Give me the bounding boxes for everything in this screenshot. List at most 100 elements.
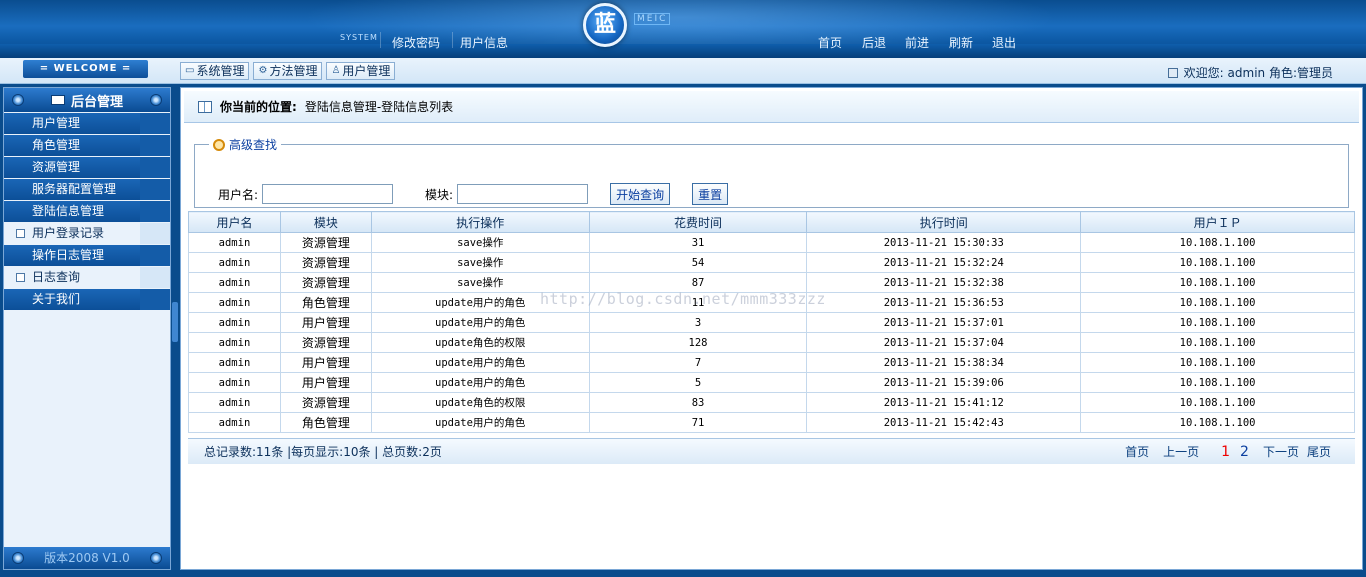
table-cell: 2013-11-21 15:38:34 bbox=[806, 352, 1082, 373]
sidebar-collapse-handle[interactable] bbox=[172, 302, 178, 342]
table-cell: 2013-11-21 15:36:53 bbox=[806, 292, 1082, 313]
magnifier-icon bbox=[213, 138, 225, 151]
table-row: admin 资源管理 update角色的权限 128 2013-11-21 15:37:… bbox=[188, 332, 1355, 353]
table-cell: 11 bbox=[588, 292, 808, 313]
table-cell: update角色的权限 bbox=[370, 332, 590, 353]
sidebar-item-log-query[interactable]: 日志查询 bbox=[4, 267, 170, 288]
sidebar-item-server-config[interactable]: 服务器配置管理 bbox=[4, 179, 170, 200]
user-info-link[interactable]: 用户信息 bbox=[460, 34, 508, 51]
pagination-info: 总记录数:11条 |每页显示:10条 | 总页数:2页 bbox=[204, 445, 442, 459]
table-cell: 10.108.1.100 bbox=[1080, 232, 1355, 253]
header-divider bbox=[452, 32, 453, 48]
breadcrumb: 你当前的位置: 登陆信息管理-登陆信息列表 bbox=[184, 91, 1359, 123]
sidebar-item-operation-log[interactable]: 操作日志管理 bbox=[4, 245, 170, 266]
table-cell: 角色管理 bbox=[279, 412, 372, 433]
advanced-search-panel: 高级查找 用户名: 模块: 开始查询 重置 bbox=[194, 136, 1349, 208]
reset-button[interactable]: 重置 bbox=[692, 183, 729, 205]
tab-method-management[interactable]: ⚙ 方法管理 bbox=[253, 62, 323, 80]
table-body: admin 资源管理 save操作 31 2013-11-21 15:30:33 10.1… bbox=[188, 232, 1355, 433]
system-tag: SYSTEM bbox=[340, 33, 378, 42]
column-header: 执行时间 bbox=[806, 211, 1082, 233]
square-bullet-icon bbox=[16, 229, 25, 238]
page-number-1[interactable]: 1 bbox=[1221, 444, 1230, 460]
back-link[interactable]: 后退 bbox=[862, 34, 886, 51]
advanced-search-legend: 高级查找 bbox=[209, 136, 281, 153]
sidebar-item-login-records[interactable]: 用户登录记录 bbox=[4, 223, 170, 244]
table-cell: save操作 bbox=[370, 252, 590, 273]
forward-link[interactable]: 前进 bbox=[905, 34, 929, 51]
table-row: admin 用户管理 update用户的角色 3 2013-11-21 15:37:01… bbox=[188, 312, 1355, 333]
table-cell: 128 bbox=[588, 332, 808, 353]
welcome-text: 欢迎您: admin 角色:管理员 bbox=[1183, 66, 1333, 80]
table-cell: admin bbox=[188, 352, 281, 373]
table-cell: 10.108.1.100 bbox=[1080, 252, 1355, 273]
location-path: 登陆信息管理-登陆信息列表 bbox=[304, 100, 454, 114]
module-label: 模块: bbox=[425, 187, 454, 202]
table-cell: 10.108.1.100 bbox=[1080, 372, 1355, 393]
tab-label: 用户管理 bbox=[342, 64, 391, 78]
table-cell: 用户管理 bbox=[279, 312, 372, 333]
table-cell: update用户的角色 bbox=[370, 412, 590, 433]
table-cell: 83 bbox=[588, 392, 808, 413]
next-page-link[interactable]: 下一页 bbox=[1263, 443, 1299, 460]
tab-user-management[interactable]: ♙ 用户管理 bbox=[326, 62, 396, 80]
logo-icon: 蓝 bbox=[583, 3, 627, 47]
table-cell: 10.108.1.100 bbox=[1080, 412, 1355, 433]
sidebar-item-user-management[interactable]: 用户管理 bbox=[4, 113, 170, 134]
flag-icon bbox=[50, 95, 65, 105]
table-cell: 2013-11-21 15:41:12 bbox=[806, 392, 1082, 413]
table-cell: admin bbox=[188, 232, 281, 253]
sidebar-item-resource-management[interactable]: 资源管理 bbox=[4, 157, 170, 178]
table-cell: admin bbox=[188, 332, 281, 353]
last-page-link[interactable]: 尾页 bbox=[1307, 443, 1331, 460]
login-records-table: 用户名 模块 执行操作 花费时间 执行时间 用户ＩＰ admin 资源管理 save操作 31 2… bbox=[188, 211, 1355, 433]
table-cell: 2013-11-21 15:30:33 bbox=[806, 232, 1082, 253]
table-cell: update用户的角色 bbox=[370, 312, 590, 333]
table-cell: admin bbox=[188, 412, 281, 433]
page-number-2[interactable]: 2 bbox=[1240, 444, 1249, 460]
home-link[interactable]: 首页 bbox=[818, 34, 842, 51]
column-header: 用户ＩＰ bbox=[1080, 211, 1355, 233]
table-cell: 资源管理 bbox=[279, 392, 372, 413]
user-icon: ♙ bbox=[331, 65, 341, 76]
tab-label: 系统管理 bbox=[196, 64, 245, 78]
monitor-icon: ▭ bbox=[185, 65, 195, 76]
table-cell: admin bbox=[188, 252, 281, 273]
search-button[interactable]: 开始查询 bbox=[610, 183, 671, 205]
table-cell: 2013-11-21 15:39:06 bbox=[806, 372, 1082, 393]
table-cell: 2013-11-21 15:32:38 bbox=[806, 272, 1082, 293]
book-icon bbox=[198, 100, 212, 113]
table-cell: 10.108.1.100 bbox=[1080, 332, 1355, 353]
module-input[interactable] bbox=[457, 184, 589, 204]
table-cell: 10.108.1.100 bbox=[1080, 272, 1355, 293]
table-cell: 54 bbox=[588, 252, 808, 273]
table-cell: admin bbox=[188, 272, 281, 293]
refresh-link[interactable]: 刷新 bbox=[949, 34, 973, 51]
table-cell: 10.108.1.100 bbox=[1080, 392, 1355, 413]
logout-link[interactable]: 退出 bbox=[992, 34, 1016, 51]
table-row: admin 资源管理 save操作 31 2013-11-21 15:30:33 10.1… bbox=[188, 232, 1355, 253]
sidebar-item-about[interactable]: 关于我们 bbox=[4, 289, 170, 310]
square-bullet-icon bbox=[16, 273, 25, 282]
table-row: admin 角色管理 update用户的角色 71 2013-11-21 15:42:4… bbox=[188, 412, 1355, 433]
prev-page-link[interactable]: 上一页 bbox=[1163, 443, 1199, 460]
tab-system-management[interactable]: ▭ 系统管理 bbox=[180, 62, 250, 80]
column-header: 用户名 bbox=[188, 211, 281, 233]
table-row: admin 资源管理 save操作 54 2013-11-21 15:32:24 10.1… bbox=[188, 252, 1355, 273]
table-cell: 角色管理 bbox=[279, 292, 372, 313]
first-page-link[interactable]: 首页 bbox=[1125, 443, 1149, 460]
header-divider bbox=[380, 32, 381, 48]
change-password-link[interactable]: 修改密码 bbox=[392, 34, 440, 51]
orb-icon bbox=[150, 552, 162, 564]
table-cell: 10.108.1.100 bbox=[1080, 312, 1355, 333]
table-row: admin 用户管理 update用户的角色 7 2013-11-21 15:38:34… bbox=[188, 352, 1355, 373]
table-cell: 资源管理 bbox=[279, 252, 372, 273]
username-label: 用户名: bbox=[218, 187, 259, 202]
table-cell: update角色的权限 bbox=[370, 392, 590, 413]
username-input[interactable] bbox=[262, 184, 394, 204]
sidebar-item-login-info[interactable]: 登陆信息管理 bbox=[4, 201, 170, 222]
top-banner: SYSTEM 修改密码 用户信息 蓝 MEIC 首页 后退 前进 刷新 退出 bbox=[0, 0, 1366, 58]
sidebar-item-role-management[interactable]: 角色管理 bbox=[4, 135, 170, 156]
tab-label: 方法管理 bbox=[269, 64, 318, 78]
table-cell: save操作 bbox=[370, 232, 590, 253]
